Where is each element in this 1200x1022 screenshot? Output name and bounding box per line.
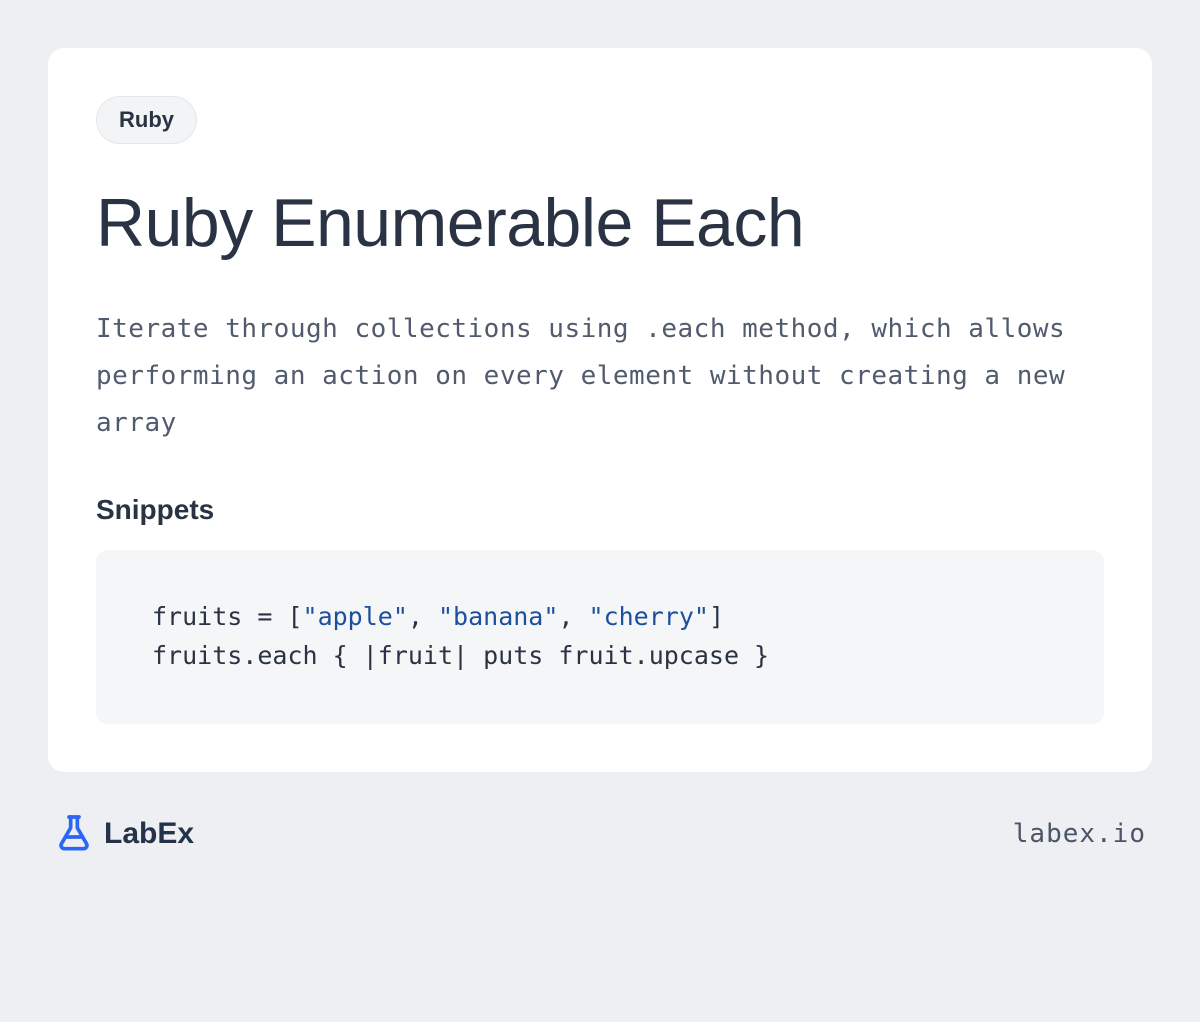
code-snippet: fruits = ["apple", "banana", "cherry"] f… xyxy=(96,550,1104,724)
code-text: , xyxy=(558,602,588,631)
code-text: ] xyxy=(709,602,724,631)
site-url: labex.io xyxy=(1013,819,1146,849)
content-card: Ruby Ruby Enumerable Each Iterate throug… xyxy=(48,48,1152,772)
code-text: fruits = [ xyxy=(152,602,303,631)
brand-name: LabEx xyxy=(104,817,194,851)
language-badge: Ruby xyxy=(96,96,197,144)
flask-icon xyxy=(54,812,94,857)
code-text: fruits.each { |fruit| puts fruit.upcase … xyxy=(152,641,769,670)
page-footer: LabEx labex.io xyxy=(48,812,1152,857)
code-string: "apple" xyxy=(303,602,408,631)
brand-logo: LabEx xyxy=(54,812,194,857)
snippets-heading: Snippets xyxy=(96,494,1104,526)
page-title: Ruby Enumerable Each xyxy=(96,184,1104,262)
code-string: "banana" xyxy=(438,602,558,631)
page-description: Iterate through collections using .each … xyxy=(96,306,1104,446)
code-text: , xyxy=(408,602,438,631)
code-string: "cherry" xyxy=(589,602,709,631)
